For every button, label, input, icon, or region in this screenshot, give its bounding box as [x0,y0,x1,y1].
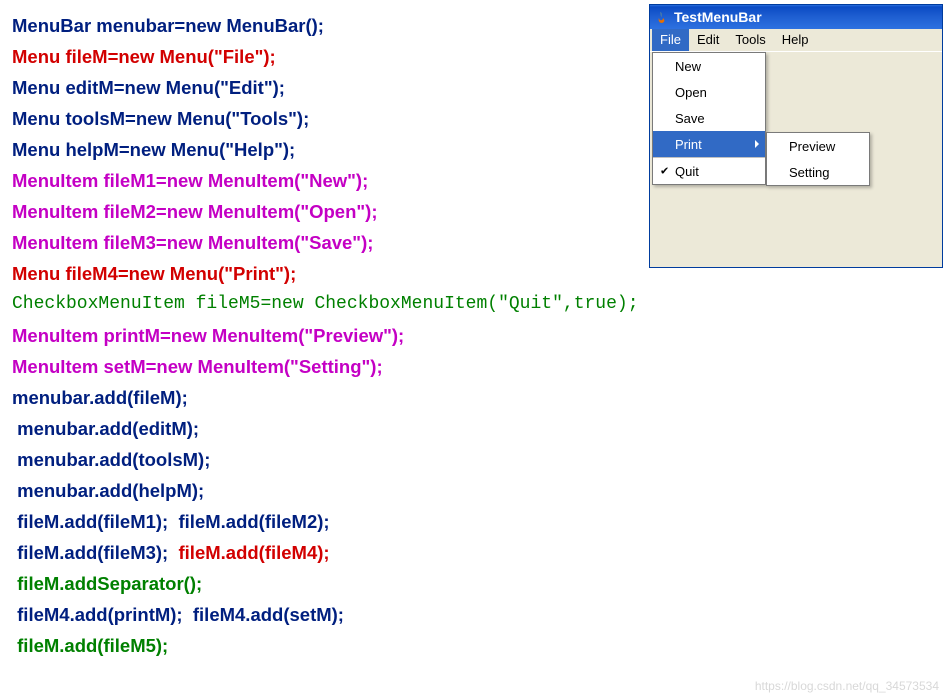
file-dropdown: New Open Save Print ✔ Quit [652,52,766,185]
watermark-text: https://blog.csdn.net/qq_34573534 [755,679,939,693]
code-line: MenuItem printM=new MenuItem("Preview"); [12,320,947,351]
menu-item-save[interactable]: Save [653,105,765,131]
menu-item-label: Open [675,85,707,100]
menu-tools[interactable]: Tools [727,29,773,51]
code-line: menubar.add(fileM); [12,382,947,413]
window-client-area: New Open Save Print ✔ Quit Preview Setti… [650,52,942,267]
menu-item-label: Save [675,111,705,126]
menu-item-print[interactable]: Print [653,131,765,157]
menu-item-label: Quit [675,164,699,179]
code-line: fileM.add(fileM5); [12,630,947,661]
menu-help[interactable]: Help [774,29,817,51]
code-line: CheckboxMenuItem fileM5=new CheckboxMenu… [12,289,947,320]
menu-item-label: Setting [789,165,829,180]
app-window: TestMenuBar File Edit Tools Help New Ope… [649,4,943,268]
menu-item-label: Preview [789,139,835,154]
code-line: menubar.add(toolsM); [12,444,947,475]
menu-item-label: Print [675,137,702,152]
menu-edit[interactable]: Edit [689,29,727,51]
code-line: menubar.add(editM); [12,413,947,444]
print-submenu: Preview Setting [766,132,870,186]
code-line: fileM4.add(printM); fileM4.add(setM); [12,599,947,630]
code-line: MenuItem setM=new MenuItem("Setting"); [12,351,947,382]
code-line: fileM.add(fileM1); fileM.add(fileM2); [12,506,947,537]
menu-file[interactable]: File [652,29,689,51]
checkmark-icon: ✔ [660,165,669,178]
code-line: fileM.addSeparator(); [12,568,947,599]
submenu-arrow-icon [755,140,759,148]
menubar: File Edit Tools Help [650,29,942,52]
menu-item-label: New [675,59,701,74]
code-line: menubar.add(helpM); [12,475,947,506]
window-titlebar[interactable]: TestMenuBar [650,5,942,29]
menu-item-open[interactable]: Open [653,79,765,105]
menu-item-setting[interactable]: Setting [767,159,869,185]
menu-item-new[interactable]: New [653,53,765,79]
code-line: fileM.add(fileM3); fileM.add(fileM4); [12,537,947,568]
menu-item-preview[interactable]: Preview [767,133,869,159]
menu-item-quit[interactable]: ✔ Quit [653,157,765,184]
window-title: TestMenuBar [674,9,762,25]
java-icon [654,9,670,25]
